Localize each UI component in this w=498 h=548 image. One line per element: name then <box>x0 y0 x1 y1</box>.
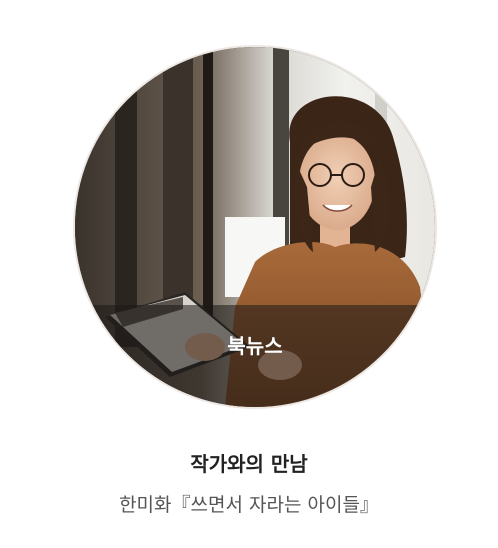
card-subtitle: 한미화『쓰면서 자라는 아이들』 <box>119 494 379 516</box>
author-photo[interactable]: 북뉴스 <box>75 47 435 407</box>
card-title[interactable]: 작가와의 만남 <box>0 448 498 477</box>
category-badge: 북뉴스 <box>227 334 283 358</box>
author-meeting-card[interactable]: 북뉴스 작가와의 만남 한미화『쓰면서 자라는 아이들』 <box>0 0 498 548</box>
